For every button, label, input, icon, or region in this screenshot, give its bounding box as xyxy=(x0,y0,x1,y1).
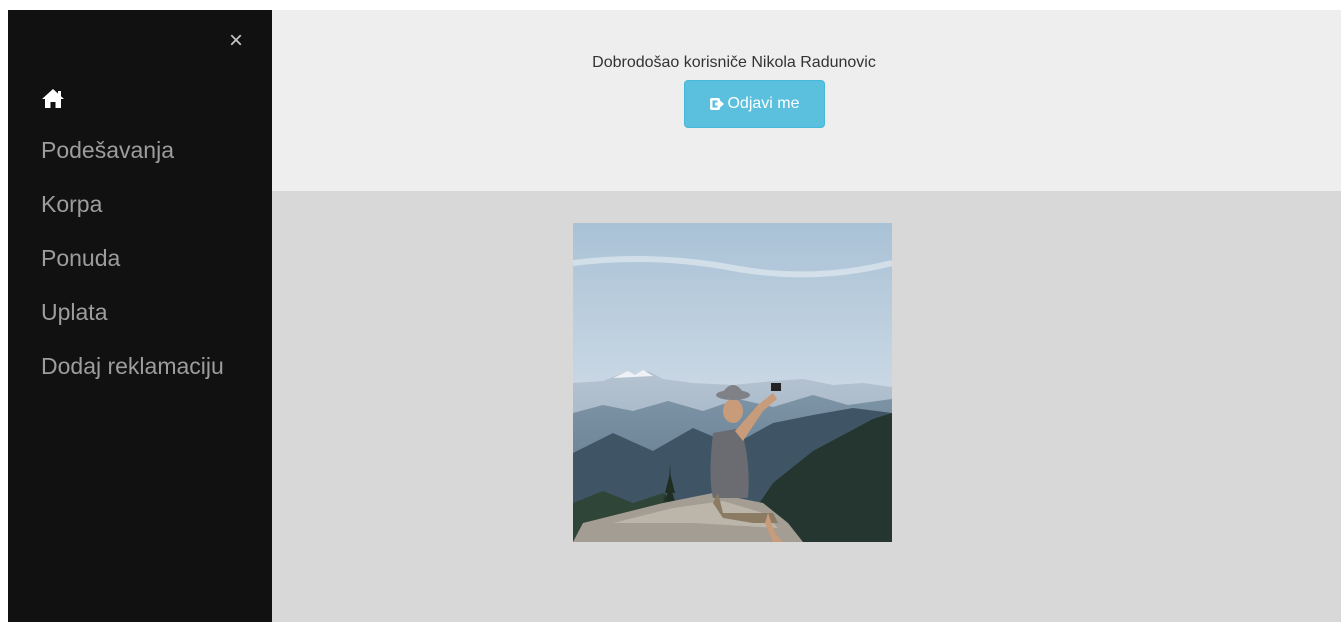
page-header: Dobrodošao korisniče Nikola Radunovic Od… xyxy=(272,10,1341,191)
home-link[interactable] xyxy=(40,86,66,112)
logout-label: Odjavi me xyxy=(727,95,800,112)
sidebar-item-korpa[interactable]: Korpa xyxy=(41,189,102,219)
log-out-icon xyxy=(710,98,725,110)
sidebar-item-dodaj-reklamaciju[interactable]: Dodaj reklamaciju xyxy=(41,351,224,381)
main-content xyxy=(272,191,1341,622)
profile-photo xyxy=(573,223,892,542)
logout-button[interactable]: Odjavi me xyxy=(684,80,825,128)
close-sidebar-button[interactable]: × xyxy=(218,26,254,56)
home-icon xyxy=(42,89,64,108)
sidebar-item-podesavanja[interactable]: Podešavanja xyxy=(41,135,174,165)
welcome-message: Dobrodošao korisniče Nikola Radunovic xyxy=(592,54,876,71)
sidebar-item-ponuda[interactable]: Ponuda xyxy=(41,243,120,273)
sidebar-nav: × Podešavanja Korpa Ponuda Uplata Dodaj … xyxy=(8,10,272,622)
sidebar-item-uplata[interactable]: Uplata xyxy=(41,297,107,327)
